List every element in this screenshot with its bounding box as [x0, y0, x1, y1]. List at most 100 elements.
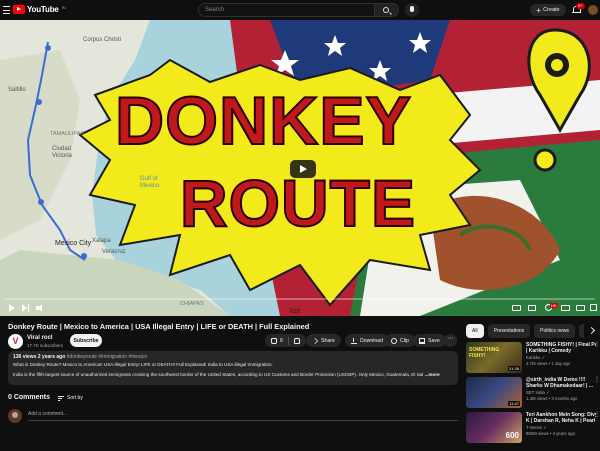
channel-avatar[interactable] [8, 334, 23, 349]
more-options-icon[interactable]: ⋮ [594, 412, 600, 418]
svg-text:Veracruz: Veracruz [102, 249, 126, 255]
create-label: Create [543, 7, 560, 13]
save-label: Save [428, 337, 440, 344]
like-button[interactable]: 6 [265, 334, 306, 347]
show-more-link[interactable]: ...more [425, 372, 440, 377]
more-options-icon[interactable]: ⋮ [594, 342, 600, 348]
search-button[interactable] [375, 3, 399, 17]
youtube-play-icon [13, 5, 25, 14]
chip-all[interactable]: All [466, 324, 484, 338]
video-duration: 31:38 [507, 366, 520, 371]
like-divider [287, 336, 289, 345]
sort-label: Sort by [67, 395, 83, 401]
video-title: Donkey Route | Mexico to America | USA I… [8, 322, 310, 331]
account-avatar[interactable] [588, 5, 598, 15]
next-video-icon[interactable] [22, 304, 30, 312]
overlay-title-line1: DONKEY [114, 82, 412, 160]
notification-badge: 9+ [576, 3, 585, 9]
views-and-date: 136 views 2 years ago [13, 354, 66, 360]
logo-text: YouTube [27, 5, 59, 14]
volume-icon[interactable] [36, 304, 44, 312]
search-input[interactable]: Search [198, 3, 375, 17]
video-title-line2: | Karikku | Comedy [526, 348, 572, 354]
related-chips: All Presentations Politics news Related [466, 324, 600, 338]
svg-text:Corpus Christi: Corpus Christi [83, 37, 121, 43]
video-title-line2: Sharks W Dhamakedaar! | ... [526, 383, 593, 389]
thumbnail-caption: SOMETHING FISHY! [469, 347, 500, 359]
create-button[interactable]: + Create [530, 4, 566, 16]
miniplayer-icon[interactable] [561, 305, 570, 311]
sort-icon [58, 395, 64, 401]
video-meta: 3.7M views • 1 day ago [526, 361, 571, 366]
video-thumbnail[interactable]: 11:47 [466, 377, 522, 408]
play-icon[interactable] [8, 304, 16, 312]
svg-text:Saltillo: Saltillo [8, 87, 26, 93]
sort-comments-button[interactable]: Sort by [58, 395, 83, 401]
voice-search-icon[interactable] [405, 3, 419, 17]
scissors-icon [391, 337, 397, 344]
user-avatar [8, 409, 22, 423]
theater-mode-icon[interactable] [576, 305, 585, 311]
progress-bar[interactable] [5, 298, 595, 300]
download-label: Download [360, 337, 384, 344]
youtube-logo[interactable]: YouTube IN [13, 5, 66, 14]
autoplay-toggle-icon[interactable] [512, 305, 521, 311]
subscriber-count: 17.7K subscribers [27, 343, 64, 348]
download-icon [351, 337, 357, 344]
description-line-2: India is the fifth-largest source of una… [13, 372, 424, 377]
video-thumbnail[interactable]: 600 [466, 412, 522, 443]
video-meta: 982M views • 4 years ago [526, 431, 576, 436]
chips-next-arrow-icon[interactable] [584, 324, 600, 338]
like-count: 6 [280, 337, 283, 344]
channel-name[interactable]: Viral rocl [27, 335, 53, 341]
svg-text:Victoria: Victoria [52, 153, 73, 159]
save-button[interactable]: Save [413, 334, 446, 347]
player-controls: HD [0, 302, 600, 316]
subtitles-icon[interactable] [528, 305, 536, 311]
description-box[interactable]: 136 views 2 years ago #donkeyroute #immi… [8, 351, 458, 385]
video-meta: 1.4M views • 3 months ago [526, 396, 578, 401]
thumbs-up-icon [271, 337, 277, 344]
menu-icon[interactable] [3, 6, 10, 14]
svg-text:Mexico City: Mexico City [55, 240, 92, 247]
recommended-video[interactable]: 11:47 @sirth_india W Demo !!!! Sharks W … [466, 377, 600, 409]
thumbnail-caption: 600 [505, 431, 519, 440]
comments-heading: 0 Comments [8, 394, 51, 401]
thumbs-down-icon[interactable] [293, 337, 300, 344]
description-meta: 136 views 2 years ago #donkeyroute #immi… [13, 354, 453, 360]
center-play-button[interactable] [290, 160, 316, 178]
svg-text:Xalapa: Xalapa [92, 238, 111, 244]
recommended-video[interactable]: 600 Teri Aankhon Mein Song: Divya K | Da… [466, 412, 600, 444]
hd-badge-icon: HD [550, 303, 558, 308]
video-thumbnail[interactable]: SOMETHING FISHY! 31:38 [466, 342, 522, 373]
share-button[interactable]: Share [306, 334, 341, 347]
hashtags[interactable]: #donkeyroute #immigration #mexico [65, 354, 147, 360]
logo-country: IN [61, 5, 66, 10]
download-button[interactable]: Download [345, 334, 390, 347]
recommended-video[interactable]: SOMETHING FISHY! 31:38 SOMETHING FISHY! … [466, 342, 600, 374]
svg-text:Mexico: Mexico [140, 183, 160, 189]
share-label: Share [321, 337, 335, 344]
clip-button[interactable]: Clip [385, 334, 415, 347]
search-icon [383, 7, 389, 13]
add-comment-input[interactable]: Add a comment... [28, 411, 458, 421]
chip-politics-news[interactable]: Politics news [534, 324, 576, 338]
svg-text:Gulf of: Gulf of [140, 176, 158, 182]
description-line-1: What is Donkey Route? Mexico to America!… [13, 362, 273, 367]
video-duration: 11:47 [508, 401, 520, 406]
share-icon [312, 337, 318, 344]
fullscreen-icon[interactable] [590, 304, 597, 311]
clip-label: Clip [400, 337, 409, 344]
save-playlist-icon [419, 337, 425, 344]
svg-text:TAMAULIPAS: TAMAULIPAS [50, 131, 84, 137]
video-player[interactable]: Corpus Christi Saltillo TAMAULIPAS Ciuda… [0, 20, 600, 316]
subscribe-button[interactable]: Subscribe [70, 334, 102, 347]
more-actions-button[interactable]: ··· [444, 334, 457, 347]
more-options-icon[interactable]: ⋮ [594, 377, 600, 383]
top-bar: YouTube IN Search + Create 9+ [0, 0, 600, 20]
chip-presentations[interactable]: Presentations [487, 324, 531, 338]
description-line-2-wrap: India is the fifth-largest source of una… [13, 372, 453, 377]
plus-icon: + [536, 5, 542, 15]
video-title-line2: K | Darshan R, Neha K | Pearl V... [526, 418, 596, 424]
svg-text:Ciudad: Ciudad [52, 146, 71, 152]
